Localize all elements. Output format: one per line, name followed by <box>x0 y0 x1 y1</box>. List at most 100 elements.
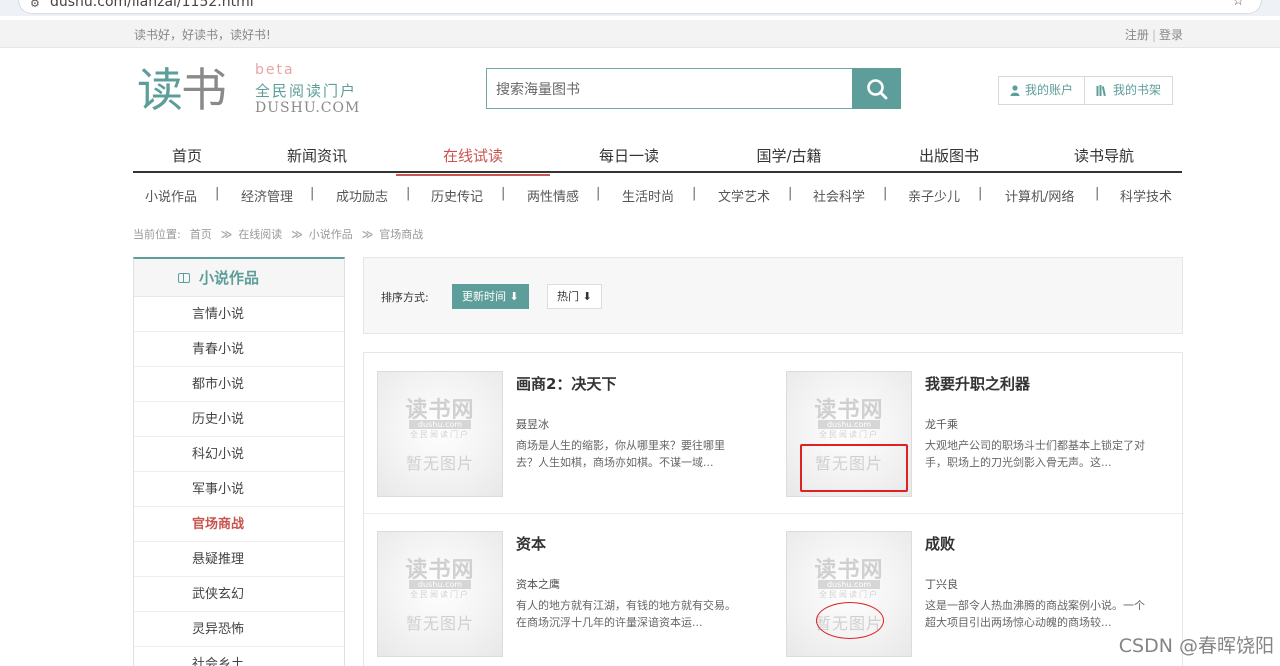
subnav-history[interactable]: 历史传记 <box>431 186 483 205</box>
login-link[interactable]: 登录 <box>1159 28 1183 42</box>
subnav-sep: | <box>406 186 411 201</box>
annotation-ellipse <box>816 602 884 639</box>
subnav-social-science[interactable]: 社会科学 <box>813 186 865 205</box>
cover-watermark-portal: 全民阅读门户 <box>410 590 470 599</box>
book-title[interactable]: 画商2：决天下 <box>516 373 616 394</box>
sort-hot-button[interactable]: 热门 ⬇ <box>547 284 602 309</box>
category-sidebar: 小说作品 言情小说 青春小说 都市小说 历史小说 科幻小说 军事小说 官场商战 … <box>133 257 345 666</box>
my-shelf-button[interactable]: 我的书架 <box>1085 76 1174 105</box>
subnav-sep: | <box>883 186 888 201</box>
url-text[interactable]: dushu.com/lianzai/1152.html <box>50 0 254 10</box>
sidebar-item-rural[interactable]: 社会乡土 <box>134 647 344 666</box>
subnav-children[interactable]: 亲子少儿 <box>908 186 960 205</box>
book-title[interactable]: 成败 <box>925 533 955 554</box>
subnav-lifestyle[interactable]: 生活时尚 <box>622 186 674 205</box>
slogan: 读书好，好读书，读好书! <box>134 28 271 42</box>
subnav-sep: | <box>501 186 506 201</box>
search-input[interactable] <box>486 68 853 109</box>
subnav-sep: | <box>596 186 601 201</box>
search-button[interactable] <box>852 68 901 109</box>
cover-watermark-url: dushu.com <box>409 420 471 429</box>
main-nav: 首页 新闻资讯 在线试读 每日一读 国学/古籍 出版图书 读书导航 <box>133 141 1182 176</box>
browser-address-bar[interactable]: ⚙ dushu.com/lianzai/1152.html ☆ <box>0 0 1280 16</box>
breadcrumb-fiction[interactable]: 小说作品 <box>309 226 353 242</box>
logo-domain: DUSHU.COM <box>255 100 361 116</box>
breadcrumb-label: 当前位置: <box>133 228 181 241</box>
annotation-rectangle <box>800 444 908 492</box>
subnav-fiction[interactable]: 小说作品 <box>145 186 197 205</box>
auth-divider: | <box>1151 28 1156 42</box>
sidebar-item-youth[interactable]: 青春小说 <box>134 332 344 367</box>
bookshelf-icon <box>1096 85 1106 96</box>
my-account-label: 我的账户 <box>1025 83 1074 97</box>
cover-watermark-url: dushu.com <box>818 580 880 589</box>
logo-chars: 读书 <box>137 62 227 118</box>
book-author: 龙千乘 <box>925 418 958 431</box>
sidebar-item-horror[interactable]: 灵异恐怖 <box>134 612 344 647</box>
my-account-button[interactable]: 我的账户 <box>998 76 1086 105</box>
sidebar-item-officialdom[interactable]: 官场商战 <box>134 507 344 542</box>
logo-portal: 全民阅读门户 <box>255 82 358 100</box>
nav-published-books[interactable]: 出版图书 <box>893 145 1005 173</box>
sidebar-item-mystery[interactable]: 悬疑推理 <box>134 542 344 577</box>
book-author: 丁兴良 <box>925 578 958 591</box>
cover-watermark-url: dushu.com <box>818 420 880 429</box>
book-cover-placeholder[interactable]: 读书网 dushu.com 全民阅读门户 暂无图片 <box>377 531 503 657</box>
sort-update-time-label: 更新时间 <box>462 290 506 303</box>
site-logo[interactable]: 读书 beta 全民阅读门户 DUSHU.COM <box>137 62 377 122</box>
site-info-icon[interactable]: ⚙ <box>30 0 40 10</box>
sort-bar: 排序方式: 更新时间 ⬇ 热门 ⬇ <box>363 257 1183 334</box>
book-cover-placeholder[interactable]: 读书网 dushu.com 全民阅读门户 暂无图片 <box>377 371 503 497</box>
sort-update-time-button[interactable]: 更新时间 ⬇ <box>452 284 529 309</box>
csdn-watermark: CSDN @春晖饶阳 <box>1118 635 1274 657</box>
book-title[interactable]: 我要升职之利器 <box>925 373 1030 394</box>
nav-classics[interactable]: 国学/古籍 <box>733 145 845 173</box>
book-title[interactable]: 资本 <box>516 533 546 554</box>
sidebar-item-urban[interactable]: 都市小说 <box>134 367 344 402</box>
breadcrumb-home[interactable]: 首页 <box>190 226 212 242</box>
subnav-romance[interactable]: 两性情感 <box>527 186 579 205</box>
book-description: 商场是人生的缩影，你从哪里来？要往哪里去？人生如棋，商场亦如棋。不谋一域... <box>516 439 725 469</box>
open-book-icon <box>178 272 190 283</box>
nav-online-reading[interactable]: 在线试读 <box>396 145 550 176</box>
book-author: 聂昱冰 <box>516 418 549 431</box>
sidebar-item-military[interactable]: 军事小说 <box>134 472 344 507</box>
subnav-economics[interactable]: 经济管理 <box>241 186 293 205</box>
subnav-literature[interactable]: 文学艺术 <box>718 186 770 205</box>
subnav-science[interactable]: 科学技术 <box>1120 186 1172 205</box>
register-link[interactable]: 注册 <box>1125 28 1149 42</box>
sidebar-item-romance[interactable]: 言情小说 <box>134 297 344 332</box>
logo-char-1: 读 <box>137 63 183 117</box>
cover-watermark-portal: 全民阅读门户 <box>819 590 879 599</box>
logo-char-2: 书 <box>181 63 227 117</box>
subnav-success[interactable]: 成功励志 <box>336 186 388 205</box>
breadcrumb: 当前位置: 首页 ≫ 在线阅读 ≫ 小说作品 ≫ 官场商战 <box>133 226 423 242</box>
arrow-down-icon: ⬇ <box>509 290 519 303</box>
breadcrumb-online-reading[interactable]: 在线阅读 <box>238 226 282 242</box>
breadcrumb-arrow-icon: ≫ <box>220 227 232 241</box>
sidebar-item-scifi[interactable]: 科幻小说 <box>134 437 344 472</box>
sidebar-item-history[interactable]: 历史小说 <box>134 402 344 437</box>
user-icon <box>1010 85 1020 96</box>
account-buttons: 我的账户 我的书架 <box>998 76 1174 105</box>
cover-watermark-url: dushu.com <box>409 580 471 589</box>
book-description: 有人的地方就有江湖，有钱的地方就有交易。在商场沉浮十几年的许量深谙资本运... <box>516 599 736 629</box>
subnav-sep: | <box>310 186 315 201</box>
book-card: 读书网 dushu.com 全民阅读门户 暂无图片 画商2：决天下 聂昱冰 商场… <box>377 371 777 511</box>
sidebar-title: 小说作品 <box>199 269 260 287</box>
nav-daily-read[interactable]: 每日一读 <box>573 145 685 173</box>
breadcrumb-arrow-icon: ≫ <box>361 227 373 241</box>
no-image-text: 暂无图片 <box>405 454 474 473</box>
sidebar-item-wuxia[interactable]: 武侠玄幻 <box>134 577 344 612</box>
subnav-computer[interactable]: 计算机/网络 <box>1005 186 1074 205</box>
book-card: 读书网 dushu.com 全民阅读门户 暂无图片 资本 资本之鹰 有人的地方就… <box>377 531 777 666</box>
nav-news[interactable]: 新闻资讯 <box>259 145 375 173</box>
subnav-sep: | <box>788 186 793 201</box>
nav-reading-guide[interactable]: 读书导航 <box>1048 145 1160 173</box>
auth-links: 注册 | 登录 <box>1125 26 1183 43</box>
nav-home[interactable]: 首页 <box>133 145 241 173</box>
category-subnav: 小说作品 | 经济管理 | 成功励志 | 历史传记 | 两性情感 | 生活时尚 … <box>133 186 1182 206</box>
search-form <box>486 68 901 109</box>
bookmark-star-icon[interactable]: ☆ <box>1232 0 1244 9</box>
cover-watermark-portal: 全民阅读门户 <box>819 430 879 439</box>
